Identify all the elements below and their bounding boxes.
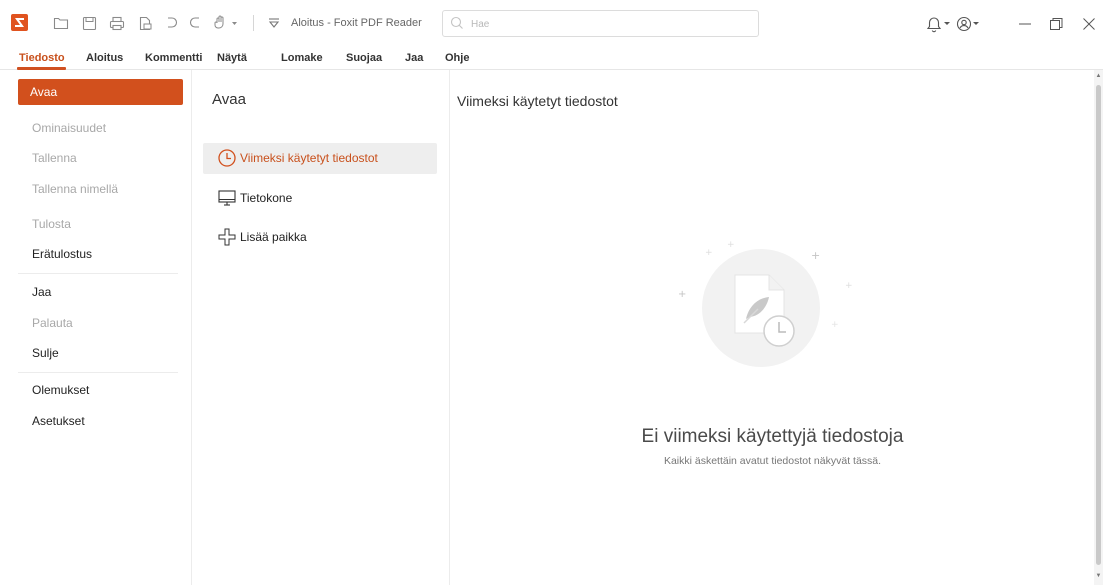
- print-icon[interactable]: [107, 13, 127, 33]
- sidebar-item-palauta[interactable]: Palauta: [18, 310, 183, 336]
- search-input[interactable]: [471, 15, 751, 33]
- create-pdf-icon[interactable]: [135, 13, 155, 33]
- tab-jaa[interactable]: Jaa: [405, 52, 423, 64]
- svg-text:+: +: [811, 249, 820, 262]
- location-add-place[interactable]: Lisää paikka: [203, 222, 437, 253]
- sidebar-item-jaa[interactable]: Jaa: [18, 279, 183, 305]
- sidebar-divider: [18, 273, 178, 274]
- open-folder-icon[interactable]: [51, 13, 71, 33]
- search-icon: [450, 16, 463, 29]
- sidebar-item-eratulostus[interactable]: Erätulostus: [18, 241, 183, 267]
- tab-nayta[interactable]: Näytä: [217, 52, 247, 64]
- customize-toolbar-icon[interactable]: [264, 13, 284, 33]
- sidebar-item-sulje[interactable]: Sulje: [18, 340, 183, 366]
- clock-icon: [218, 149, 236, 167]
- empty-recent-files-illustration: + + + + + +: [678, 240, 853, 367]
- recent-files-title: Viimeksi käytetyt tiedostot: [457, 93, 618, 109]
- svg-text:+: +: [845, 281, 853, 291]
- close-icon[interactable]: [1078, 13, 1100, 35]
- hand-tool-icon[interactable]: [212, 13, 242, 33]
- scroll-down-icon[interactable]: ▼: [1095, 573, 1102, 580]
- sidebar-item-tulosta[interactable]: Tulosta: [18, 211, 183, 237]
- add-place-icon: [218, 228, 236, 246]
- scrollbar-thumb[interactable]: [1096, 85, 1101, 565]
- title-bar: Aloitus - Foxit PDF Reader: [0, 0, 1103, 48]
- location-label: Viimeksi käytetyt tiedostot: [240, 151, 378, 165]
- tab-suojaa[interactable]: Suojaa: [346, 52, 382, 64]
- tab-aloitus[interactable]: Aloitus: [86, 52, 123, 64]
- location-computer[interactable]: Tietokone: [203, 183, 437, 214]
- sidebar-item-asetukset[interactable]: Asetukset: [18, 408, 183, 434]
- tab-tiedosto[interactable]: Tiedosto: [19, 52, 65, 64]
- sidebar-item-tallenna[interactable]: Tallenna: [18, 145, 183, 171]
- sidebar-divider: [18, 372, 178, 373]
- tab-kommentti[interactable]: Kommentti: [145, 52, 202, 64]
- search-box[interactable]: [442, 10, 759, 37]
- location-label: Tietokone: [240, 191, 293, 205]
- svg-text:+: +: [727, 240, 735, 250]
- tab-ohje[interactable]: Ohje: [445, 52, 469, 64]
- toolbar-divider: [253, 15, 254, 31]
- restore-icon[interactable]: [1045, 13, 1067, 35]
- vertical-scrollbar[interactable]: ▲ ▼: [1094, 70, 1103, 585]
- open-locations-panel: Avaa Viimeksi käytetyt tiedostot Tietoko…: [193, 70, 450, 585]
- recent-files-panel: Viimeksi käytetyt tiedostot + + + + + + …: [451, 70, 1094, 585]
- undo-icon[interactable]: [161, 13, 181, 33]
- location-recent-files[interactable]: Viimeksi käytetyt tiedostot: [203, 143, 437, 174]
- svg-text:+: +: [831, 320, 839, 330]
- minimize-icon[interactable]: [1014, 13, 1036, 35]
- redo-icon[interactable]: [186, 13, 206, 33]
- window-title: Aloitus - Foxit PDF Reader: [291, 17, 422, 29]
- empty-state-title: Ei viimeksi käytettyjä tiedostoja: [641, 426, 904, 447]
- panel-title: Avaa: [212, 91, 246, 108]
- scroll-up-icon[interactable]: ▲: [1095, 73, 1102, 80]
- empty-state-subtitle: Kaikki äskettäin avatut tiedostot näkyvä…: [663, 455, 882, 467]
- notifications-dropdown-icon[interactable]: [941, 13, 953, 35]
- location-label: Lisää paikka: [240, 230, 307, 244]
- svg-text:+: +: [678, 289, 686, 300]
- account-dropdown-icon[interactable]: [970, 13, 982, 35]
- sidebar-item-avaa[interactable]: Avaa: [18, 79, 183, 105]
- sidebar-item-tallenna-nimella[interactable]: Tallenna nimellä: [18, 176, 183, 202]
- svg-text:+: +: [705, 248, 713, 258]
- ribbon-tabs: Tiedosto Aloitus Kommentti Näytä Lomake …: [0, 48, 1103, 70]
- file-menu-sidebar: Avaa Ominaisuudet Tallenna Tallenna nime…: [0, 70, 192, 585]
- foxit-logo-icon[interactable]: [11, 14, 28, 31]
- sidebar-item-ominaisuudet[interactable]: Ominaisuudet: [18, 115, 183, 141]
- sidebar-item-olemukset[interactable]: Olemukset: [18, 377, 183, 403]
- save-icon[interactable]: [79, 13, 99, 33]
- tab-lomake[interactable]: Lomake: [281, 52, 323, 64]
- monitor-icon: [218, 190, 236, 206]
